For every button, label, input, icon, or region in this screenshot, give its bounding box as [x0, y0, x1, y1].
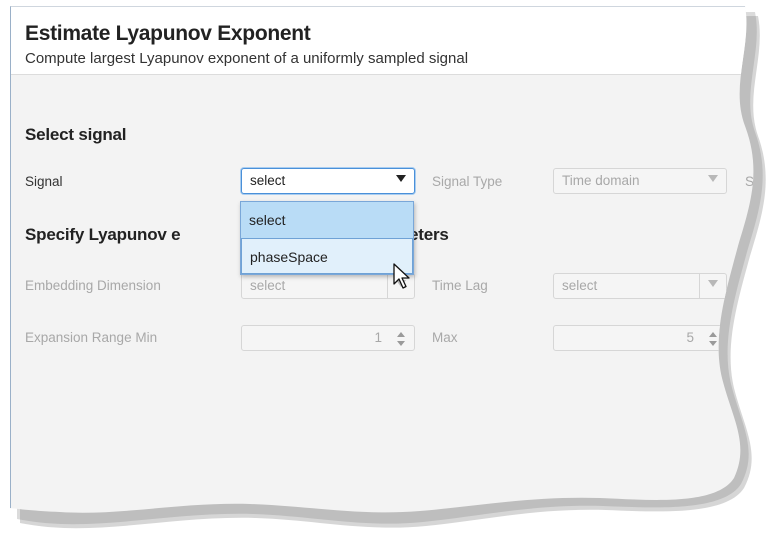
- section-title-lyapunov-params-end: eters: [409, 225, 449, 244]
- time-lag-value: select: [562, 278, 598, 293]
- embedding-dimension-value: select: [250, 278, 286, 293]
- dropdown-option-phasespace[interactable]: phaseSpace: [241, 238, 413, 274]
- spinner-up-icon[interactable]: [709, 332, 717, 337]
- chevron-down-icon: [708, 175, 718, 182]
- section-title-lyapunov-params-start: Specify Lyapunov e: [25, 225, 181, 244]
- signal-type-dropdown[interactable]: Time domain: [553, 168, 727, 194]
- embedding-dimension-dropdown[interactable]: select: [241, 273, 415, 299]
- spinner-up-icon[interactable]: [397, 332, 405, 337]
- signal-dropdown[interactable]: select: [241, 168, 415, 194]
- chevron-down-icon: [396, 175, 406, 182]
- page-title: Estimate Lyapunov Exponent: [25, 22, 311, 45]
- time-lag-label: Time Lag: [432, 278, 488, 293]
- expansion-min-value: 1: [374, 330, 382, 345]
- spinner-down-icon[interactable]: [397, 341, 405, 346]
- expansion-range-min-label: Expansion Range Min: [25, 330, 158, 345]
- spinner-down-icon[interactable]: [709, 341, 717, 346]
- signal-type-label: Signal Type: [432, 174, 503, 189]
- embedding-dimension-label: Embedding Dimension: [25, 278, 161, 293]
- expansion-min-spinner[interactable]: 1: [241, 325, 415, 351]
- section-title-select-signal: Select signal: [25, 125, 127, 144]
- expansion-max-label: Max: [432, 330, 458, 345]
- time-lag-dropdown[interactable]: select: [553, 273, 727, 299]
- screenshot-stage: Estimate Lyapunov Exponent Compute large…: [0, 0, 776, 545]
- dropdown-separator: [699, 274, 700, 298]
- dropdown-option-select[interactable]: select: [241, 202, 413, 238]
- expansion-max-value: 5: [686, 330, 694, 345]
- signal-dropdown-popup: select phaseSpace: [240, 201, 414, 275]
- page-subtitle: Compute largest Lyapunov exponent of a u…: [25, 50, 469, 67]
- signal-dropdown-value: select: [250, 173, 286, 188]
- expansion-max-spinner[interactable]: 5: [553, 325, 727, 351]
- signal-label: Signal: [25, 174, 63, 189]
- mouse-pointer-icon: [393, 263, 410, 289]
- header: Estimate Lyapunov Exponent Compute large…: [11, 7, 776, 75]
- chevron-down-icon: [708, 280, 718, 287]
- signal-type-value: Time domain: [562, 173, 640, 188]
- dropdown-separator: [387, 274, 388, 298]
